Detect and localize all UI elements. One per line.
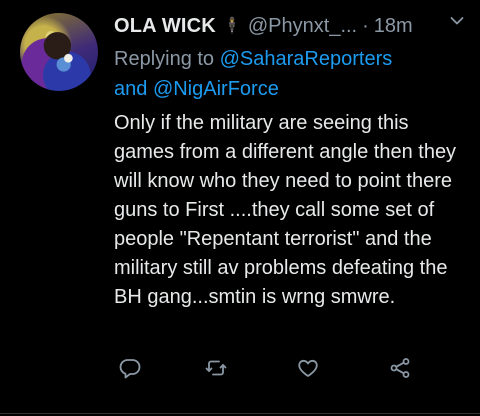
like-icon[interactable] [296,356,320,380]
tweet-time[interactable]: 18m [374,15,413,38]
mention-link[interactable]: @NigAirForce [153,78,279,100]
replying-prefix: Replying to [114,48,215,70]
tweet-text: Only if the military are seeing this gam… [114,112,457,308]
retweet-icon[interactable] [204,356,228,380]
tweet-header: OLA WICK 🕴 @Phynxt_... · 18m [114,12,470,40]
chevron-down-icon[interactable] [450,16,464,28]
author-name[interactable]: OLA WICK [114,15,216,38]
mention-link: and [114,78,148,100]
author-handle[interactable]: @Phynxt_... [248,15,357,38]
divider [0,413,480,414]
mention-link[interactable]: @SaharaReporters [220,48,393,70]
replying-to: Replying to @SaharaReporters and @NigAir… [114,44,464,104]
reply-icon[interactable] [118,356,142,380]
author-emoji: 🕴 [221,18,242,35]
share-icon[interactable] [388,356,412,380]
separator-dot: · [362,14,369,37]
avatar[interactable] [20,13,98,91]
action-bar [118,356,418,384]
